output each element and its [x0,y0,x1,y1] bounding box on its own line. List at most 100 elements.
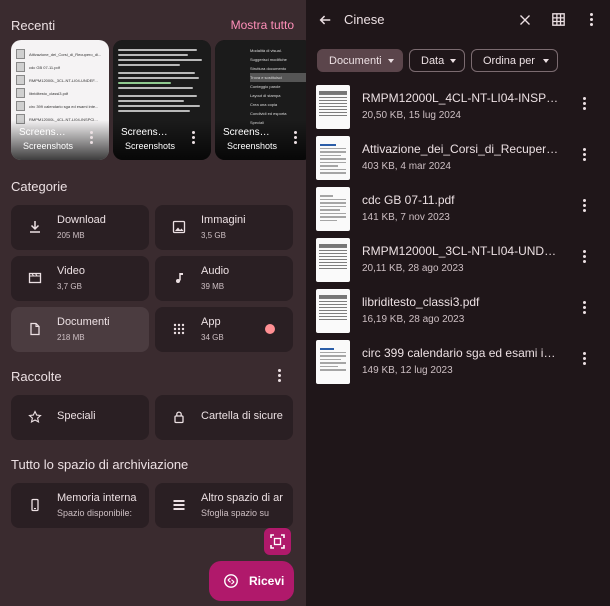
scan-button[interactable] [264,528,291,555]
storage-title: Tutto lo spazio di archiviazione [11,457,189,472]
left-pane: Recenti Mostra tutto Attivazione_dei_Cor… [0,0,306,606]
collections-title: Raccolte [11,369,62,384]
filter-chip-date[interactable]: Data [409,49,465,72]
storage-name: Altro spazio di ar [201,492,283,504]
search-input[interactable]: Cinese [344,12,384,27]
category-name: Audio [201,265,230,277]
chevron-down-icon [450,59,456,63]
back-arrow-icon[interactable] [318,13,332,27]
sort-chip[interactable]: Ordina per [471,49,558,72]
file-row[interactable]: cdc GB 07-11.pdf 141 KB, 7 nov 2023 [306,187,610,237]
video-icon [28,272,42,284]
chevron-down-icon [543,59,549,63]
file-row[interactable]: libriditesto_classi3.pdf 16,19 KB, 28 ag… [306,289,610,339]
category-name: Download [57,214,106,226]
file-thumbnail [316,238,350,282]
chevron-down-icon [388,59,394,63]
image-icon [172,220,186,234]
category-name: Immagini [201,214,246,226]
category-name: Documenti [57,316,110,328]
search-results-pane: Cinese Documenti Data Ordina per RMPM120… [306,0,610,606]
category-documents[interactable]: Documenti 218 MB [11,307,149,352]
file-meta: 20,50 KB, 15 lug 2024 [362,110,461,121]
collection-starred[interactable]: Speciali [11,395,149,440]
file-meta: 149 KB, 12 lug 2023 [362,365,453,376]
recent-name: Screens… [223,127,270,138]
star-icon [28,410,42,423]
categories-title: Categorie [11,179,68,194]
file-meta: 141 KB, 7 nov 2023 [362,212,450,223]
category-size: 218 MB [57,333,85,342]
show-all-link[interactable]: Mostra tutto [231,18,294,32]
file-more-icon[interactable] [583,97,586,110]
grid-view-icon[interactable] [552,13,565,26]
file-more-icon[interactable] [583,199,586,212]
storage-other[interactable]: Altro spazio di ar Sfoglia spazio su [155,483,293,528]
file-thumbnail [316,85,350,129]
category-size: 3,7 GB [57,282,82,291]
file-meta: 20,11 KB, 28 ago 2023 [362,263,464,274]
file-name: RMPM12000L_4CL-NT-LI04-INSPCI... [362,91,560,105]
more-options-icon[interactable] [294,131,297,144]
clear-search-icon[interactable] [519,14,531,26]
category-app[interactable]: App 34 GB [155,307,293,352]
recent-name: Screens… [19,127,66,138]
category-video[interactable]: Video 3,7 GB [11,256,149,301]
filter-chip-documents[interactable]: Documenti [317,49,403,72]
file-row[interactable]: RMPM12000L_3CL-NT-LI04-UNDEF.... 20,11 K… [306,238,610,288]
category-download[interactable]: Download 205 MB [11,205,149,250]
search-bar: Cinese [306,0,610,40]
storage-subtitle: Sfoglia spazio su [201,508,270,518]
file-name: RMPM12000L_3CL-NT-LI04-UNDEF.... [362,244,560,258]
storage-internal[interactable]: Memoria interna Spazio disponibile: [11,483,149,528]
file-name: circ 399 calendario sga ed esami inte... [362,346,560,360]
notification-dot [265,324,275,334]
music-note-icon [176,273,183,283]
recent-source: Screenshots [227,141,278,151]
recent-source: Screenshots [23,141,74,151]
file-more-icon[interactable] [583,250,586,263]
collection-name: Cartella di sicure [201,410,283,422]
category-audio[interactable]: Audio 39 MB [155,256,293,301]
category-size: 34 GB [201,333,224,342]
category-name: Video [57,265,85,277]
file-row[interactable]: circ 399 calendario sga ed esami inte...… [306,340,610,390]
file-thumbnail [316,340,350,384]
more-options-icon[interactable] [590,13,593,26]
file-row[interactable]: Attivazione_dei_Corsi_di_Recupero_di... … [306,136,610,186]
recent-item[interactable]: Screens… Screenshots [113,40,211,160]
receive-button[interactable]: Ricevi [209,561,294,601]
category-images[interactable]: Immagini 3,5 GB [155,205,293,250]
file-row[interactable]: RMPM12000L_4CL-NT-LI04-INSPCI... 20,50 K… [306,85,610,135]
file-thumbnail [316,289,350,333]
more-options-icon[interactable] [90,131,93,144]
file-meta: 16,19 KB, 28 ago 2023 [362,314,465,325]
recent-item[interactable]: Attivazione_dei_Corsi_di_Recupero_di... … [11,40,109,160]
file-more-icon[interactable] [583,352,586,365]
file-more-icon[interactable] [583,148,586,161]
apps-grid-icon [173,323,185,335]
download-icon [30,221,40,233]
recent-item[interactable]: Modalità di visual. Suggerisci modifiche… [215,40,306,160]
storage-name: Memoria interna [57,492,137,504]
receive-label: Ricevi [249,574,285,588]
file-name: Attivazione_dei_Corsi_di_Recupero_di... [362,142,560,156]
phone-icon [31,498,39,512]
collection-safe-folder[interactable]: Cartella di sicure [155,395,293,440]
file-thumbnail [316,187,350,231]
lock-icon [174,411,184,424]
nearby-share-icon [224,574,238,588]
file-meta: 403 KB, 4 mar 2024 [362,161,451,172]
storage-icon [173,500,185,510]
document-icon [30,322,40,336]
more-options-icon[interactable] [192,131,195,144]
storage-subtitle: Spazio disponibile: [57,508,133,518]
scan-document-icon [270,534,285,549]
category-name: App [201,316,221,328]
file-more-icon[interactable] [583,301,586,314]
category-size: 3,5 GB [201,231,226,240]
file-thumbnail [316,136,350,180]
collections-more-icon[interactable] [278,369,281,382]
file-name: cdc GB 07-11.pdf [362,193,455,207]
category-size: 205 MB [57,231,85,240]
